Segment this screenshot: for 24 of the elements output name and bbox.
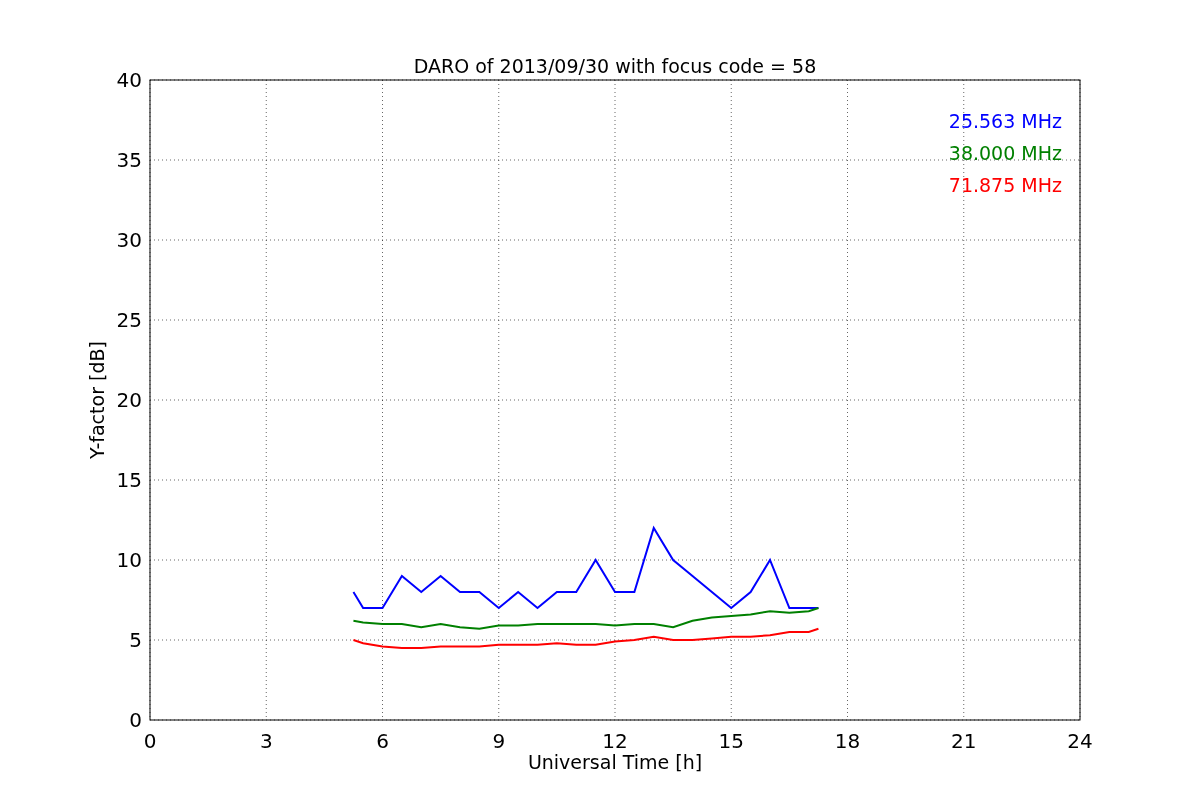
y-tick-label: 20 — [116, 388, 142, 412]
x-tick-label: 0 — [143, 729, 157, 753]
x-tick-label: 21 — [951, 729, 977, 753]
y-tick-label: 0 — [129, 708, 142, 732]
x-tick-label: 12 — [602, 729, 628, 753]
chart-title: DARO of 2013/09/30 with focus code = 58 — [413, 55, 817, 77]
x-tick-label: 6 — [376, 729, 389, 753]
x-tick-label: 3 — [259, 729, 273, 753]
y-tick-label: 10 — [116, 548, 142, 572]
legend-label: 25.563 MHz — [948, 110, 1062, 132]
y-tick-label: 25 — [116, 308, 142, 332]
y-tick-label: 40 — [116, 68, 142, 92]
x-tick-label: 18 — [834, 729, 861, 753]
y-tick-label: 35 — [116, 148, 142, 172]
x-axis-label: Universal Time [h] — [527, 751, 703, 773]
x-tick-label: 9 — [492, 729, 506, 753]
y-tick-label: 15 — [116, 468, 142, 492]
legend-label: 38.000 MHz — [948, 142, 1062, 164]
x-tick-label: 24 — [1067, 729, 1093, 753]
legend-label: 71.875 MHz — [948, 174, 1062, 196]
y-tick-label: 30 — [116, 228, 142, 252]
x-tick-label: 15 — [718, 729, 744, 753]
y-tick-label: 5 — [129, 628, 142, 652]
y-axis-label: Y-factor [dB] — [86, 341, 108, 459]
